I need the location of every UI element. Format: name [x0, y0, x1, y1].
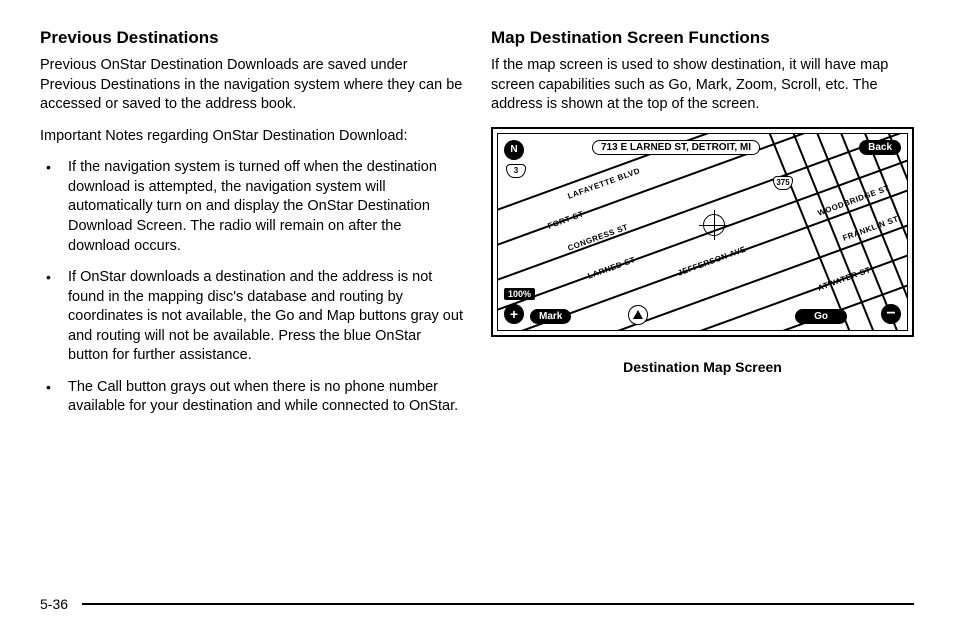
route-shield-375: 375 — [773, 176, 793, 190]
map-func-heading: Map Destination Screen Functions — [491, 28, 914, 48]
left-column: Previous Destinations Previous OnStar De… — [40, 28, 463, 429]
prev-dest-para-1: Previous OnStar Destination Downloads ar… — [40, 56, 463, 115]
page-number: 5-36 — [40, 596, 68, 612]
list-item: The Call button grays out when there is … — [62, 378, 463, 417]
destination-map-screen: LAFAYETTE BLVD FORT ST CONGRESS ST LARNE… — [491, 127, 914, 337]
prev-dest-heading: Previous Destinations — [40, 28, 463, 48]
back-button[interactable]: Back — [859, 140, 901, 155]
north-indicator-icon[interactable]: N — [504, 140, 524, 160]
zoom-out-button[interactable]: − — [881, 304, 901, 324]
map-func-para: If the map screen is used to show destin… — [491, 56, 914, 115]
mark-button[interactable]: Mark — [530, 309, 571, 324]
map-canvas[interactable]: LAFAYETTE BLVD FORT ST CONGRESS ST LARNE… — [497, 133, 908, 331]
map-scale-badge: 100% — [504, 288, 535, 300]
go-button[interactable]: Go — [795, 309, 847, 324]
prev-dest-para-2: Important Notes regarding OnStar Destina… — [40, 127, 463, 147]
zoom-in-button[interactable]: + — [504, 304, 524, 324]
figure-caption: Destination Map Screen — [491, 359, 914, 375]
page-footer: 5-36 — [40, 596, 914, 612]
destination-crosshair-icon — [703, 214, 725, 236]
right-column: Map Destination Screen Functions If the … — [491, 28, 914, 429]
manual-page: Previous Destinations Previous OnStar De… — [0, 0, 954, 638]
notes-list: If the navigation system is turned off w… — [40, 158, 463, 417]
list-item: If the navigation system is turned off w… — [62, 158, 463, 256]
route-shield-3: 3 — [506, 164, 526, 178]
list-item: If OnStar downloads a destination and th… — [62, 268, 463, 366]
footer-rule — [82, 603, 914, 605]
vehicle-position-icon — [628, 305, 648, 325]
two-column-layout: Previous Destinations Previous OnStar De… — [40, 28, 914, 429]
address-bar: 713 E LARNED ST, DETROIT, MI — [592, 140, 760, 155]
